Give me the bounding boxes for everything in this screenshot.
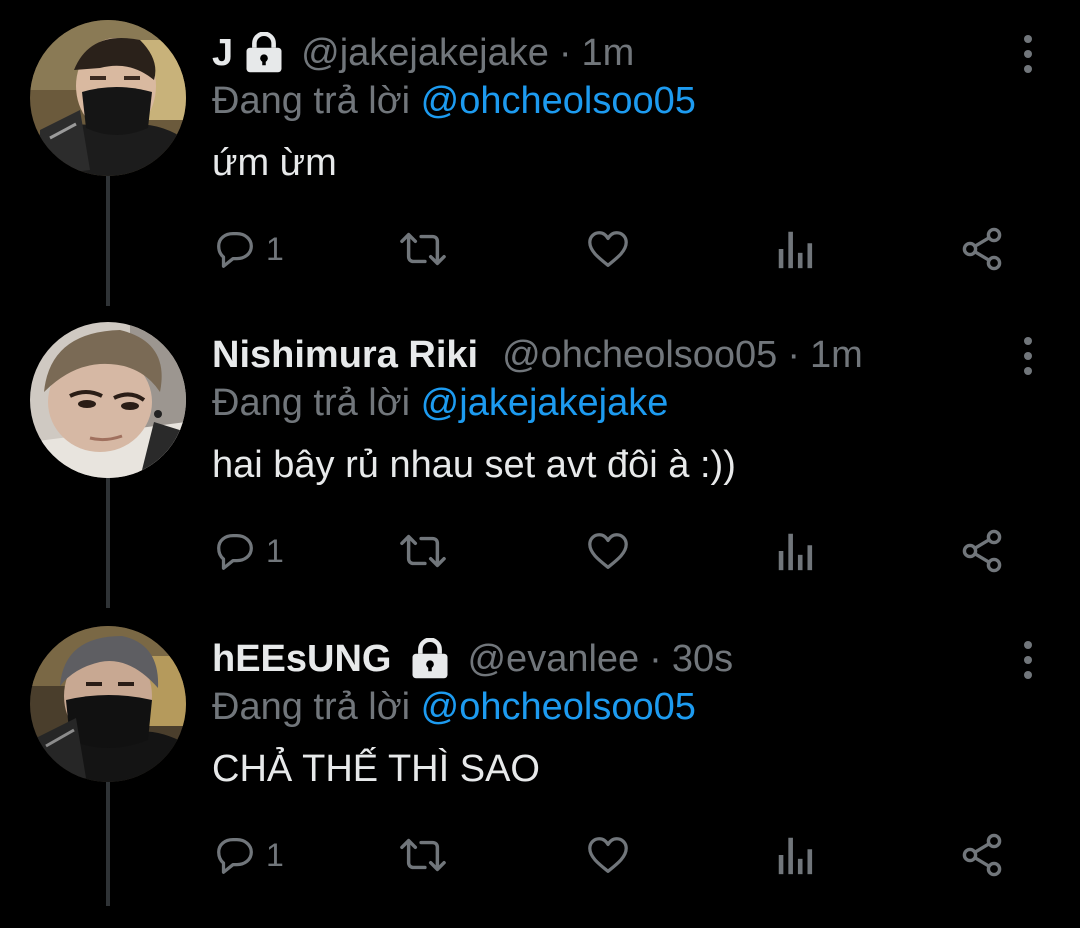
share-button[interactable] <box>958 526 1006 576</box>
share-icon <box>962 227 1002 271</box>
like-button[interactable] <box>584 830 632 880</box>
retweet-button[interactable] <box>398 830 448 880</box>
replying-prefix: Đang trả lời <box>212 686 411 728</box>
timestamp[interactable]: 1m <box>582 30 635 76</box>
comment-icon <box>217 838 253 874</box>
retweet-icon <box>400 232 446 266</box>
display-name[interactable]: Nishimura Riki <box>212 332 478 378</box>
more-vertical-icon[interactable] <box>1020 640 1036 680</box>
reply-button[interactable]: 1 <box>212 224 284 274</box>
views-button[interactable] <box>774 830 818 880</box>
analytics-icon <box>778 231 813 269</box>
tweet-header: Nishimura Riki @ohcheolsoo05 · 1m <box>212 332 1000 378</box>
share-button[interactable] <box>958 830 1006 880</box>
replying-to: Đang trả lời @ohcheolsoo05 <box>212 684 696 730</box>
tweet[interactable]: Nishimura Riki @ohcheolsoo05 · 1m Đang t… <box>0 322 1080 624</box>
tweet-text: ứm ừm <box>212 142 337 184</box>
reply-count: 1 <box>266 836 284 873</box>
retweet-icon <box>400 838 446 872</box>
separator-dot: · <box>649 638 662 680</box>
share-icon <box>962 529 1002 573</box>
reply-button[interactable]: 1 <box>212 526 284 576</box>
timestamp[interactable]: 1m <box>810 332 863 378</box>
replying-prefix: Đang trả lời <box>212 382 411 424</box>
avatar[interactable] <box>30 20 186 176</box>
comment-icon <box>217 232 253 268</box>
mention-link[interactable]: @ohcheolsoo05 <box>421 686 696 728</box>
tweet-header: hEEsUNG @evanlee · 30s <box>212 636 1000 682</box>
tweet-header: J @jakejakejake · 1m <box>212 30 1000 76</box>
comment-icon <box>217 534 253 570</box>
analytics-icon <box>778 837 813 875</box>
tweet[interactable]: J @jakejakejake · 1m Đang trả lời @ohche… <box>0 20 1080 322</box>
action-bar: 1 <box>212 830 1032 880</box>
mention-link[interactable]: @ohcheolsoo05 <box>421 80 696 122</box>
lock-icon <box>246 32 282 73</box>
heart-icon <box>588 837 628 873</box>
avatar[interactable] <box>30 322 186 478</box>
share-icon <box>962 833 1002 877</box>
retweet-button[interactable] <box>398 526 448 576</box>
reply-count: 1 <box>266 230 284 267</box>
more-vertical-icon[interactable] <box>1020 336 1036 376</box>
user-handle[interactable]: @evanlee <box>467 636 639 682</box>
reply-count: 1 <box>266 532 284 569</box>
views-button[interactable] <box>774 526 818 576</box>
more-vertical-icon[interactable] <box>1020 34 1036 74</box>
tweet[interactable]: hEEsUNG @evanlee · 30s Đang trả lời @ohc… <box>0 626 1080 928</box>
share-button[interactable] <box>958 224 1006 274</box>
retweet-icon <box>400 534 446 568</box>
display-name[interactable]: J <box>212 30 233 76</box>
user-handle[interactable]: @ohcheolsoo05 <box>502 332 777 378</box>
timestamp[interactable]: 30s <box>672 636 733 682</box>
reply-button[interactable]: 1 <box>212 830 284 880</box>
separator-dot: · <box>558 32 572 74</box>
avatar[interactable] <box>30 626 186 782</box>
replying-to: Đang trả lời @ohcheolsoo05 <box>212 78 696 124</box>
analytics-icon <box>778 533 813 571</box>
separator-dot: · <box>787 334 800 376</box>
replying-to: Đang trả lời @jakejakejake <box>212 380 668 426</box>
mention-link[interactable]: @jakejakejake <box>421 382 669 424</box>
like-button[interactable] <box>584 224 632 274</box>
user-handle[interactable]: @jakejakejake <box>301 30 549 76</box>
tweet-text: hai bây rủ nhau set avt đôi à :)) <box>212 444 736 486</box>
lock-icon <box>412 638 448 679</box>
tweet-text: CHẢ THẾ THÌ SAO <box>212 748 540 790</box>
heart-icon <box>588 231 628 267</box>
retweet-button[interactable] <box>398 224 448 274</box>
replying-prefix: Đang trả lời <box>212 80 411 122</box>
views-button[interactable] <box>774 224 818 274</box>
action-bar: 1 <box>212 526 1032 576</box>
heart-icon <box>588 533 628 569</box>
display-name[interactable]: hEEsUNG <box>212 636 391 682</box>
like-button[interactable] <box>584 526 632 576</box>
action-bar: 1 <box>212 224 1032 274</box>
